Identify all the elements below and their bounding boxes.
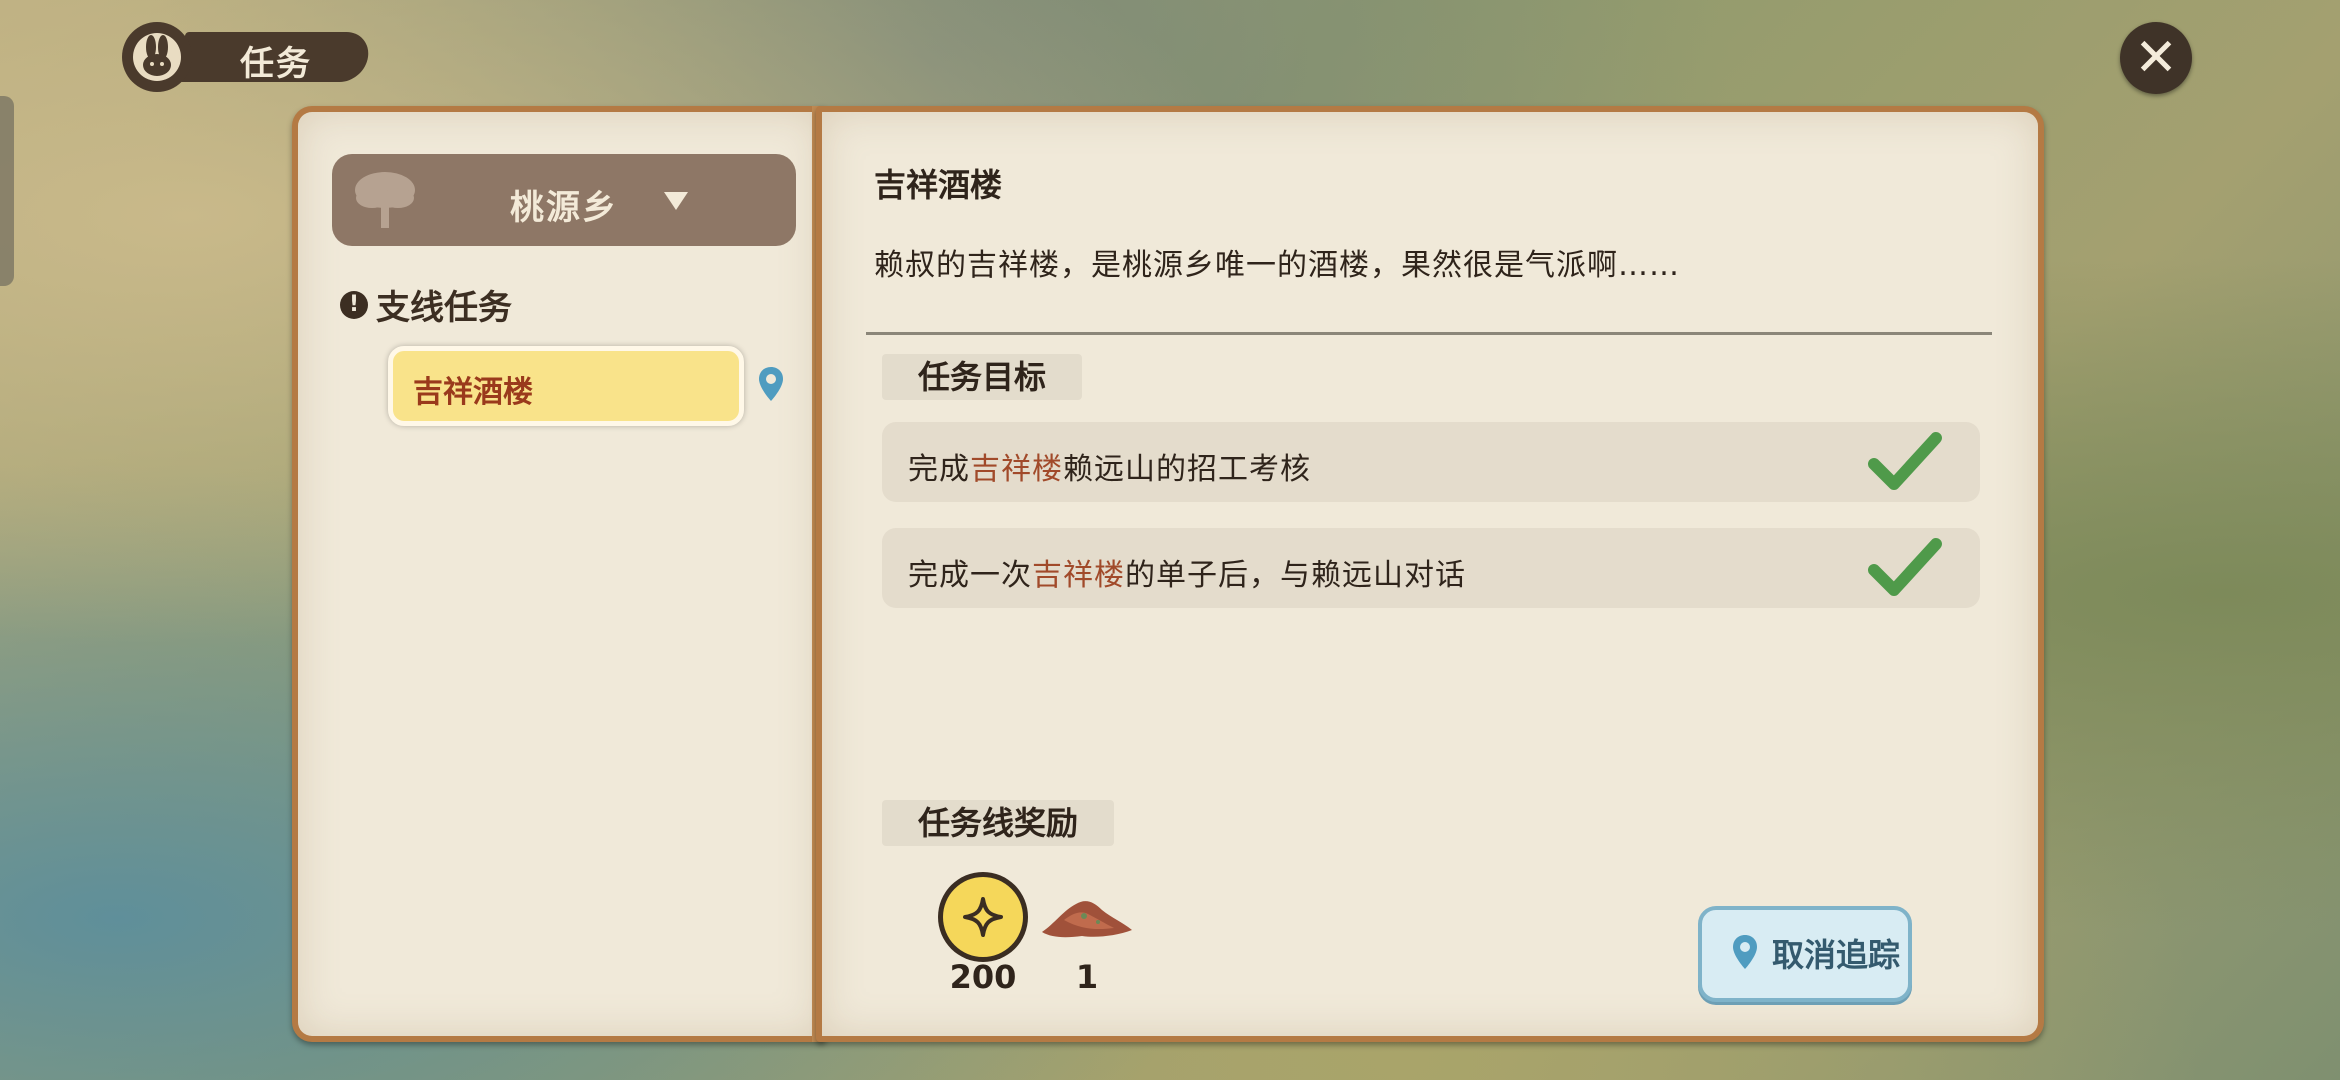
- quest-description: 赖叔的吉祥楼，是桃源乡唯一的酒楼，果然很是气派啊……: [874, 248, 1680, 283]
- untrack-button-label: 取消追踪: [1772, 936, 1901, 974]
- objective-row: 完成一次吉祥楼的单子后，与赖远山对话: [882, 528, 1980, 608]
- reward-count: 200: [949, 958, 1017, 996]
- checkmark-icon: [1868, 538, 1942, 596]
- close-icon: ✕: [2134, 28, 2178, 88]
- location-pin-icon[interactable]: [758, 366, 784, 402]
- objective-row: 完成吉祥楼赖远山的招工考核: [882, 422, 1980, 502]
- side-quest-section: ! 支线任务: [340, 280, 512, 329]
- location-pin-icon: [1733, 935, 1757, 969]
- section-label: 支线任务: [376, 288, 512, 328]
- objective-text: 完成吉祥楼赖远山的招工考核: [908, 452, 1311, 487]
- quest-list-item-label: 吉祥酒楼: [413, 375, 533, 410]
- quest-list-page: 桃源乡 ! 支线任务 吉祥酒楼: [292, 106, 826, 1042]
- region-name: 桃源乡: [510, 188, 618, 228]
- objectives-heading: 任务目标: [882, 354, 1083, 400]
- side-edge-tab[interactable]: [0, 96, 14, 286]
- chevron-down-icon: [664, 192, 688, 210]
- checkmark-icon: [1868, 432, 1942, 490]
- quest-title: 吉祥酒楼: [874, 166, 1003, 204]
- page-title: 任务: [240, 44, 312, 84]
- page-header: 任务: [122, 22, 372, 92]
- quest-book: 桃源乡 ! 支线任务 吉祥酒楼 吉祥酒楼 赖叔的吉祥楼，是桃源乡唯一的酒楼，果然…: [292, 106, 2044, 1042]
- ore-icon[interactable]: [1036, 880, 1136, 950]
- coin-icon[interactable]: [938, 872, 1028, 962]
- quest-list-item[interactable]: 吉祥酒楼: [388, 346, 744, 426]
- untrack-button[interactable]: 取消追踪: [1698, 906, 1912, 1002]
- rabbit-icon: [122, 22, 192, 92]
- rewards-heading: 任务线奖励: [882, 800, 1115, 846]
- region-dropdown[interactable]: 桃源乡: [332, 154, 796, 246]
- close-button[interactable]: ✕: [2120, 22, 2192, 94]
- divider: [866, 332, 1992, 335]
- reward-count: 1: [1075, 958, 1099, 996]
- exclamation-icon: !: [340, 290, 368, 319]
- objective-text: 完成一次吉祥楼的单子后，与赖远山对话: [908, 558, 1466, 593]
